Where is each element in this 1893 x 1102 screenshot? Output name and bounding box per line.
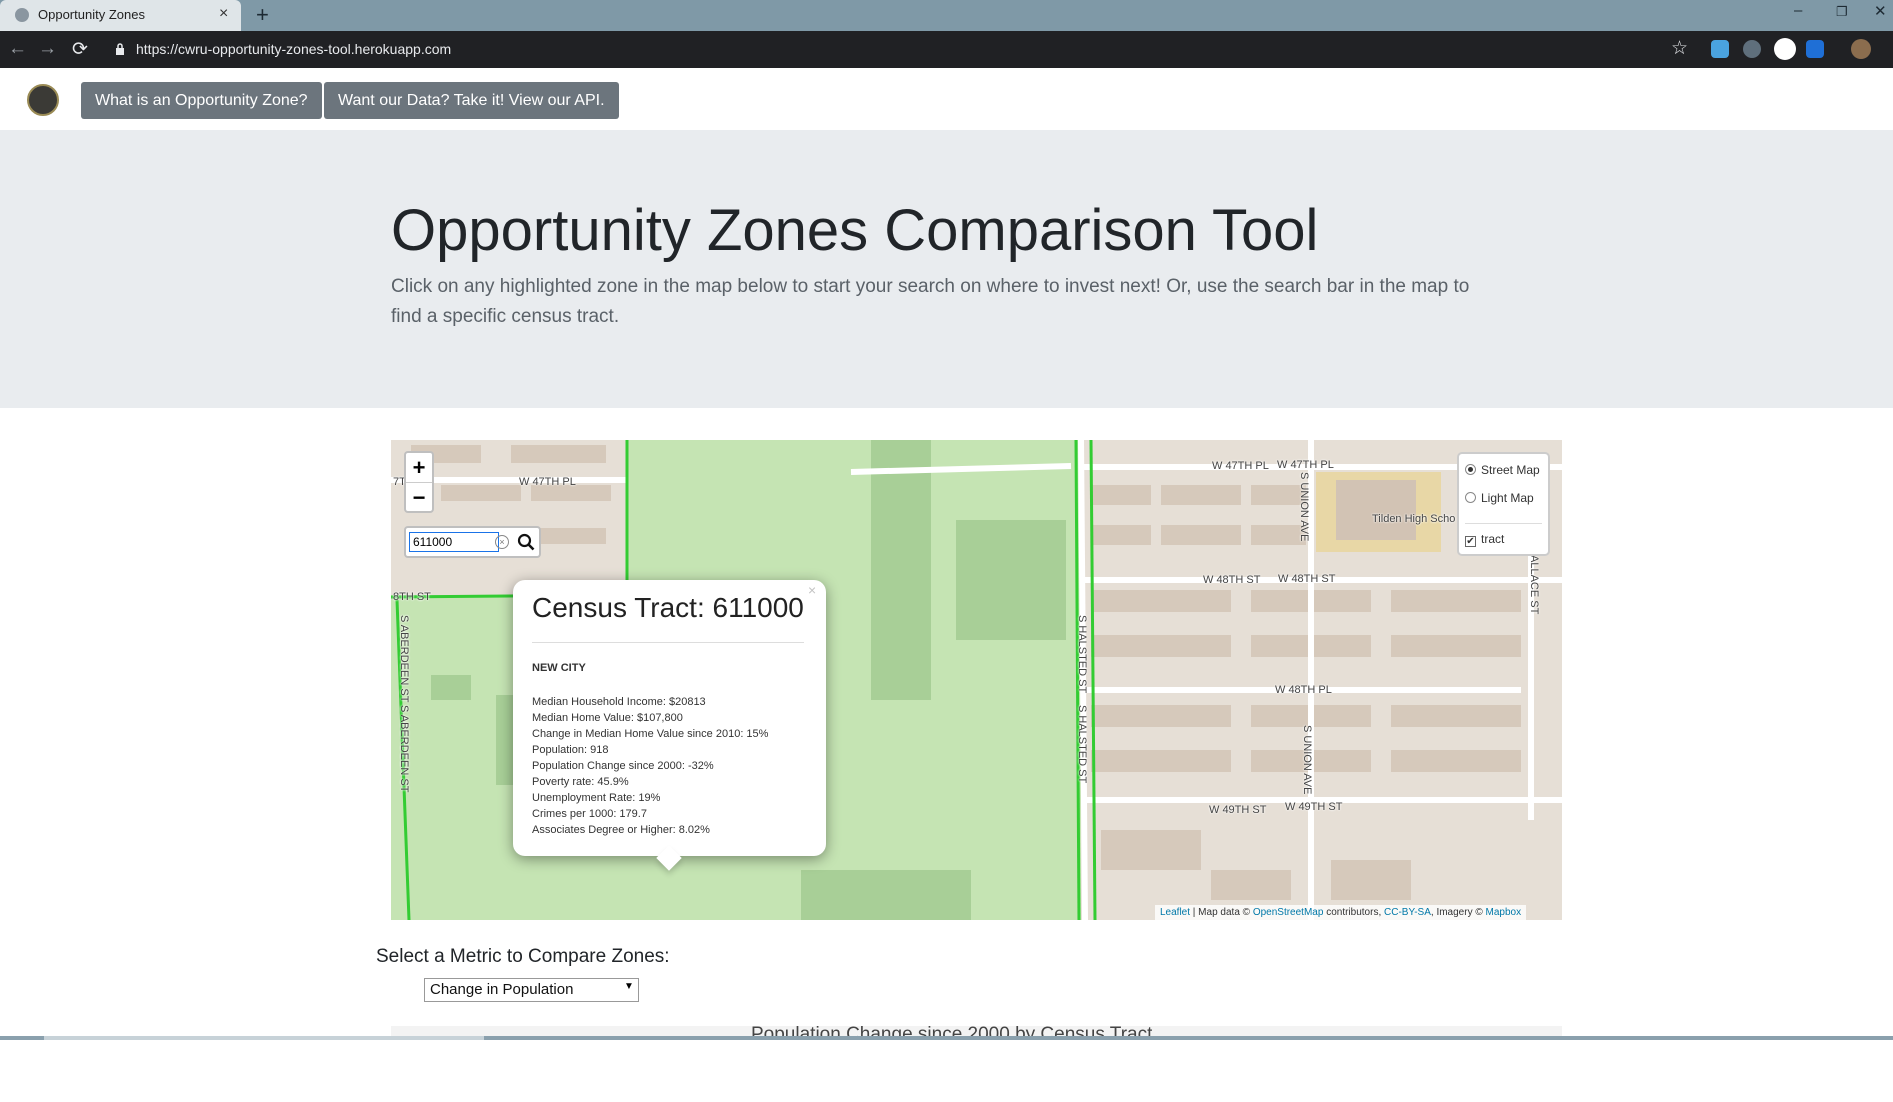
- window-close-icon[interactable]: ✕: [1874, 2, 1887, 20]
- tract-search-input[interactable]: [409, 532, 499, 552]
- site-logo[interactable]: [27, 84, 59, 116]
- osm-link[interactable]: OpenStreetMap: [1253, 907, 1324, 918]
- stat-row: Unemployment Rate: 19%: [532, 792, 661, 804]
- layer-label: tract: [1481, 532, 1505, 546]
- zoom-out-button[interactable]: −: [406, 482, 432, 511]
- chevron-down-icon[interactable]: ▼: [624, 981, 634, 992]
- street-label: W 49TH ST: [1285, 801, 1343, 813]
- tab-title: Opportunity Zones: [38, 7, 145, 22]
- avatar[interactable]: [1851, 39, 1871, 59]
- street-label: W 47TH PL: [1277, 459, 1334, 471]
- mapbox-link[interactable]: Mapbox: [1486, 907, 1522, 918]
- zoom-in-button[interactable]: +: [406, 453, 432, 482]
- address-bar[interactable]: https://cwru-opportunity-zones-tool.hero…: [136, 41, 451, 57]
- street-label: S ABERDEEN ST: [398, 615, 410, 703]
- stat-row: Population: 918: [532, 744, 609, 756]
- license-link[interactable]: CC-BY-SA: [1384, 907, 1431, 918]
- street-label: 8TH ST: [393, 591, 431, 603]
- forward-icon[interactable]: →: [38, 38, 57, 60]
- attribution-text: | Map data ©: [1190, 907, 1253, 918]
- street-label: W 48TH ST: [1278, 573, 1336, 585]
- dropbox-icon[interactable]: [1806, 40, 1824, 58]
- layer-tract[interactable]: ✔ tract: [1465, 532, 1504, 547]
- scrollbar-thumb[interactable]: [44, 1036, 484, 1040]
- street-label: ALLACE ST: [1528, 555, 1540, 615]
- clear-search-icon[interactable]: ×: [495, 535, 509, 549]
- leaflet-link[interactable]: Leaflet: [1160, 907, 1190, 918]
- street-label: S ABERDEEN ST: [398, 705, 410, 793]
- stat-row: Population Change since 2000: -32%: [532, 760, 714, 772]
- extension-circle-icon[interactable]: [1743, 40, 1761, 58]
- back-icon[interactable]: ←: [8, 38, 27, 60]
- layer-light-map[interactable]: Light Map: [1465, 491, 1534, 505]
- what-is-opportunity-zone-button[interactable]: What is an Opportunity Zone?: [81, 82, 322, 119]
- divider: [1465, 523, 1542, 524]
- street-label: S HALSTED ST: [1076, 615, 1088, 694]
- extension-profile-icon[interactable]: [1774, 38, 1796, 60]
- street-label: W 48TH PL: [1275, 684, 1332, 696]
- search-icon[interactable]: [517, 533, 535, 551]
- attribution-text: , Imagery ©: [1430, 907, 1486, 918]
- layer-label: Street Map: [1481, 463, 1540, 477]
- street-label: S UNION AVE: [1301, 725, 1313, 795]
- layer-label: Light Map: [1481, 491, 1534, 505]
- street-label: S HALSTED ST: [1076, 705, 1088, 784]
- radio-unselected[interactable]: [1465, 492, 1476, 503]
- street-label: S UNION AVE: [1298, 472, 1310, 542]
- stat-row: Poverty rate: 45.9%: [532, 776, 629, 788]
- minimize-icon[interactable]: –: [1794, 2, 1802, 19]
- stat-row: Median Household Income: $20813: [532, 696, 706, 708]
- reload-icon[interactable]: ⟳: [72, 38, 88, 61]
- stat-row: Change in Median Home Value since 2010: …: [532, 728, 769, 740]
- popup-close-button[interactable]: ×: [808, 582, 816, 598]
- street-label: W 48TH ST: [1203, 574, 1261, 586]
- lock-icon: [116, 43, 124, 55]
- stat-row: Median Home Value: $107,800: [532, 712, 683, 724]
- popup-area-name: NEW CITY: [532, 662, 586, 674]
- view-api-button[interactable]: Want our Data? Take it! View our API.: [324, 82, 619, 119]
- page-lead-text: Click on any highlighted zone in the map…: [391, 276, 1470, 327]
- popup-title: Census Tract: 611000: [532, 592, 804, 623]
- page-title: Opportunity Zones Comparison Tool: [391, 198, 1319, 263]
- poi-label: Tilden High Scho: [1372, 513, 1456, 525]
- browser-tab[interactable]: Opportunity Zones ×: [0, 0, 241, 31]
- street-label: W 47TH PL: [1212, 460, 1269, 472]
- metric-select-label: Select a Metric to Compare Zones:: [376, 946, 670, 967]
- street-label: W 47TH PL: [519, 476, 576, 488]
- zoom-control: + −: [404, 451, 434, 513]
- attribution-text: contributors,: [1323, 907, 1385, 918]
- browser-tab-bar: [0, 0, 1893, 31]
- extension-cloud-icon[interactable]: [1711, 40, 1729, 58]
- tab-close-icon[interactable]: ×: [219, 5, 228, 23]
- checkbox-checked[interactable]: ✔: [1465, 536, 1476, 547]
- layer-control: Street Map Light Map ✔ tract: [1457, 452, 1550, 556]
- radio-selected[interactable]: [1465, 464, 1476, 475]
- popup-stats: Median Household Income: $20813 Median H…: [532, 694, 768, 838]
- layer-street-map[interactable]: Street Map: [1465, 463, 1540, 477]
- new-tab-button[interactable]: +: [256, 2, 269, 28]
- map-search-control: ×: [404, 526, 541, 558]
- map-attribution: Leaflet | Map data © OpenStreetMap contr…: [1155, 905, 1527, 920]
- stat-row: Associates Degree or Higher: 8.02%: [532, 824, 710, 836]
- metric-select[interactable]: Change in Population: [424, 978, 639, 1002]
- bookmark-star-icon[interactable]: ☆: [1671, 37, 1688, 60]
- globe-icon: [15, 8, 29, 22]
- restore-icon[interactable]: ❐: [1836, 4, 1848, 20]
- street-label: W 49TH ST: [1209, 804, 1267, 816]
- jumbotron: [0, 130, 1893, 408]
- divider: [532, 642, 804, 643]
- stat-row: Crimes per 1000: 179.7: [532, 808, 647, 820]
